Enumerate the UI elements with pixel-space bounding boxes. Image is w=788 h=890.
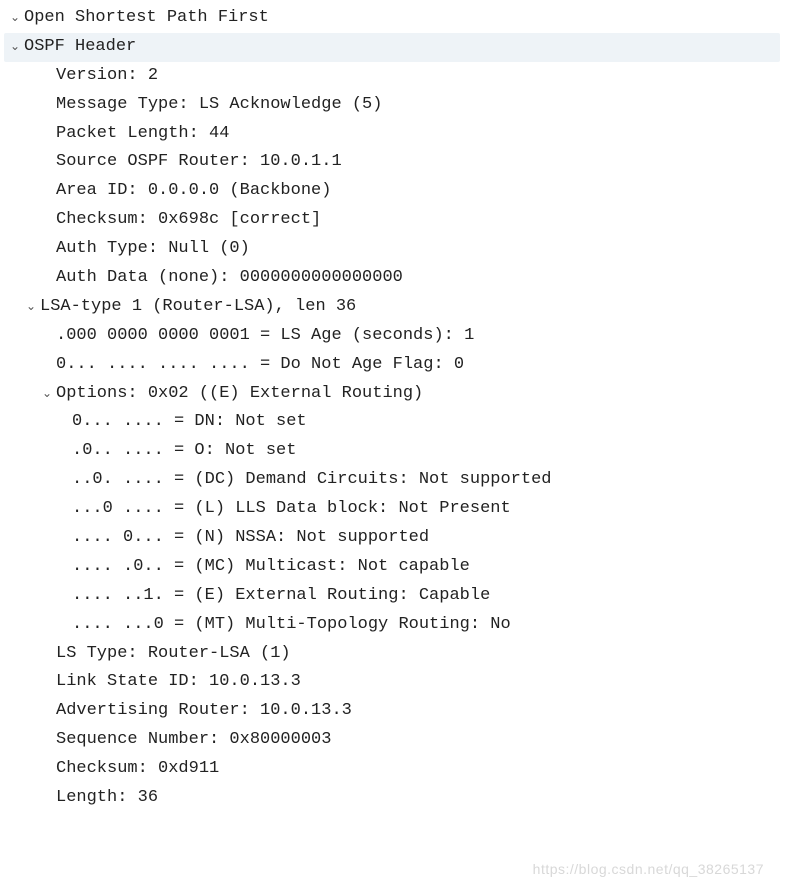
field-row[interactable]: .... ...0 = (MT) Multi-Topology Routing:… bbox=[8, 611, 780, 640]
field-row[interactable]: Source OSPF Router: 10.0.1.1 bbox=[8, 148, 780, 177]
lsa-checksum: Checksum: 0xd911 bbox=[56, 755, 219, 784]
field-row[interactable]: Sequence Number: 0x80000003 bbox=[8, 726, 780, 755]
toggle-open-icon[interactable]: ⌄ bbox=[8, 7, 22, 27]
field-row[interactable]: Link State ID: 10.0.13.3 bbox=[8, 668, 780, 697]
opt-dn: 0... .... = DN: Not set bbox=[72, 408, 307, 437]
lsa-length: Length: 36 bbox=[56, 784, 158, 813]
tree-root[interactable]: ⌄ Open Shortest Path First bbox=[8, 4, 780, 33]
opt-dc: ..0. .... = (DC) Demand Circuits: Not su… bbox=[72, 466, 551, 495]
lsa-options-label: Options: 0x02 ((E) External Routing) bbox=[56, 380, 423, 409]
lsa-node[interactable]: ⌄ LSA-type 1 (Router-LSA), len 36 bbox=[8, 293, 780, 322]
field-row[interactable]: .000 0000 0000 0001 = LS Age (seconds): … bbox=[8, 322, 780, 351]
opt-mt: .... ...0 = (MT) Multi-Topology Routing:… bbox=[72, 611, 511, 640]
opt-e: .... ..1. = (E) External Routing: Capabl… bbox=[72, 582, 490, 611]
field-row[interactable]: .... .0.. = (MC) Multicast: Not capable bbox=[8, 553, 780, 582]
lsa-options-node[interactable]: ⌄ Options: 0x02 ((E) External Routing) bbox=[8, 380, 780, 409]
field-row[interactable]: Auth Data (none): 0000000000000000 bbox=[8, 264, 780, 293]
toggle-open-icon[interactable]: ⌄ bbox=[24, 296, 38, 316]
opt-n: .... 0... = (N) NSSA: Not supported bbox=[72, 524, 429, 553]
field-row[interactable]: Length: 36 bbox=[8, 784, 780, 813]
field-row[interactable]: Checksum: 0x698c [correct] bbox=[8, 206, 780, 235]
ospf-checksum: Checksum: 0x698c [correct] bbox=[56, 206, 321, 235]
toggle-open-icon[interactable]: ⌄ bbox=[40, 383, 54, 403]
lsa-label: LSA-type 1 (Router-LSA), len 36 bbox=[40, 293, 356, 322]
lsa-ls-type: LS Type: Router-LSA (1) bbox=[56, 640, 291, 669]
ospf-area-id: Area ID: 0.0.0.0 (Backbone) bbox=[56, 177, 331, 206]
field-row[interactable]: Auth Type: Null (0) bbox=[8, 235, 780, 264]
field-row[interactable]: .... ..1. = (E) External Routing: Capabl… bbox=[8, 582, 780, 611]
toggle-open-icon[interactable]: ⌄ bbox=[8, 36, 22, 56]
ospf-auth-type: Auth Type: Null (0) bbox=[56, 235, 250, 264]
opt-l: ...0 .... = (L) LLS Data block: Not Pres… bbox=[72, 495, 511, 524]
lsa-sequence-number: Sequence Number: 0x80000003 bbox=[56, 726, 331, 755]
ospf-header-label: OSPF Header bbox=[24, 33, 136, 62]
root-label: Open Shortest Path First bbox=[24, 4, 269, 33]
lsa-link-state-id: Link State ID: 10.0.13.3 bbox=[56, 668, 301, 697]
field-row[interactable]: 0... .... = DN: Not set bbox=[8, 408, 780, 437]
lsa-ls-age: .000 0000 0000 0001 = LS Age (seconds): … bbox=[56, 322, 474, 351]
lsa-dna-flag: 0... .... .... .... = Do Not Age Flag: 0 bbox=[56, 351, 464, 380]
ospf-msg-type: Message Type: LS Acknowledge (5) bbox=[56, 91, 382, 120]
field-row[interactable]: Checksum: 0xd911 bbox=[8, 755, 780, 784]
field-row[interactable]: 0... .... .... .... = Do Not Age Flag: 0 bbox=[8, 351, 780, 380]
field-row[interactable]: LS Type: Router-LSA (1) bbox=[8, 640, 780, 669]
ospf-packet-length: Packet Length: 44 bbox=[56, 120, 229, 149]
opt-o: .0.. .... = O: Not set bbox=[72, 437, 296, 466]
ospf-source-router: Source OSPF Router: 10.0.1.1 bbox=[56, 148, 342, 177]
field-row[interactable]: Advertising Router: 10.0.13.3 bbox=[8, 697, 780, 726]
field-row[interactable]: .0.. .... = O: Not set bbox=[8, 437, 780, 466]
field-row[interactable]: ...0 .... = (L) LLS Data block: Not Pres… bbox=[8, 495, 780, 524]
field-row[interactable]: Version: 2 bbox=[8, 62, 780, 91]
ospf-auth-data: Auth Data (none): 0000000000000000 bbox=[56, 264, 403, 293]
watermark: https://blog.csdn.net/qq_38265137 bbox=[533, 858, 764, 882]
ospf-version: Version: 2 bbox=[56, 62, 158, 91]
ospf-header-node[interactable]: ⌄ OSPF Header bbox=[4, 33, 780, 62]
opt-mc: .... .0.. = (MC) Multicast: Not capable bbox=[72, 553, 470, 582]
field-row[interactable]: Area ID: 0.0.0.0 (Backbone) bbox=[8, 177, 780, 206]
field-row[interactable]: ..0. .... = (DC) Demand Circuits: Not su… bbox=[8, 466, 780, 495]
field-row[interactable]: Message Type: LS Acknowledge (5) bbox=[8, 91, 780, 120]
field-row[interactable]: .... 0... = (N) NSSA: Not supported bbox=[8, 524, 780, 553]
field-row[interactable]: Packet Length: 44 bbox=[8, 120, 780, 149]
lsa-advertising-router: Advertising Router: 10.0.13.3 bbox=[56, 697, 352, 726]
